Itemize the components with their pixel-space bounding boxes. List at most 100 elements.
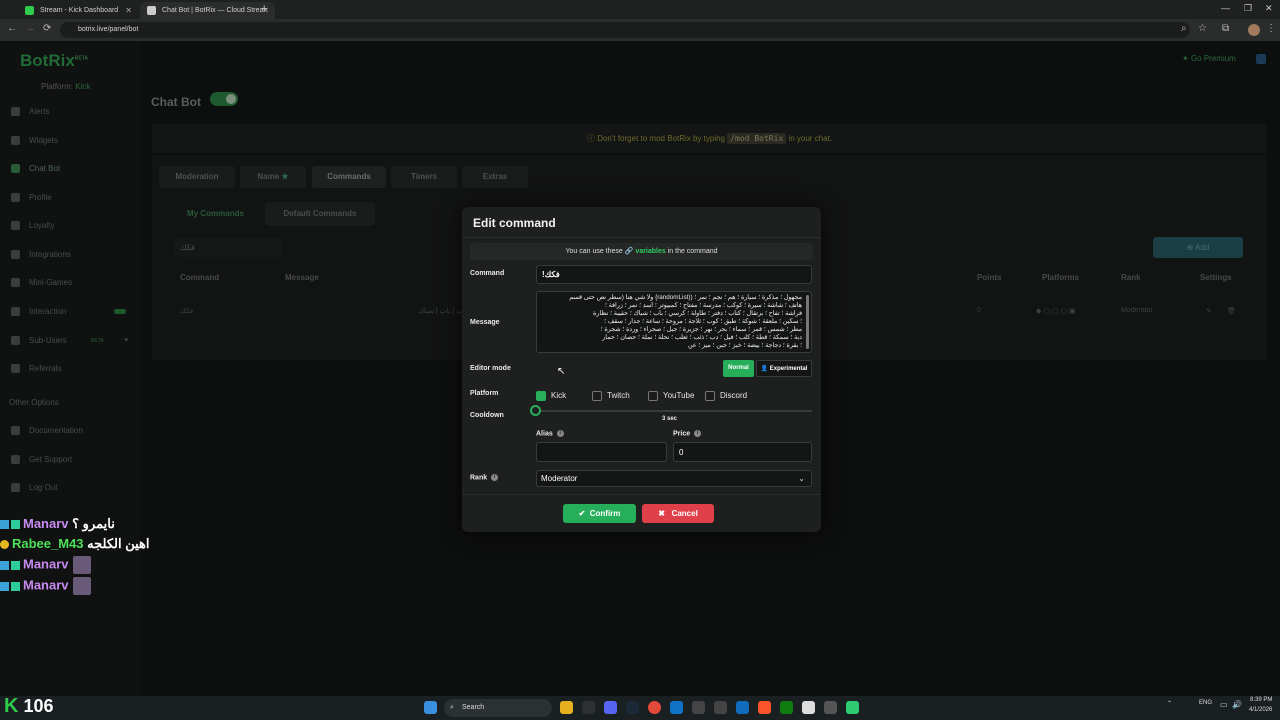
sidebar: BotRixBETA Platform: Kick Alerts Widgets… bbox=[0, 41, 140, 696]
browser-toolbar: ← → ⟳ botrix.live/panel/bot ⌕ ☆ ⧉ ⋮ bbox=[0, 19, 1280, 41]
discord-icon[interactable] bbox=[604, 701, 617, 714]
app-icon[interactable] bbox=[582, 701, 595, 714]
platform-kick-checkbox[interactable]: Kick bbox=[536, 390, 566, 402]
app-icon[interactable] bbox=[802, 701, 815, 714]
profile-avatar[interactable] bbox=[1248, 24, 1260, 36]
command-input[interactable] bbox=[536, 265, 812, 284]
sidebar-item-alerts[interactable]: Alerts bbox=[11, 105, 136, 119]
textarea-scrollbar[interactable] bbox=[806, 295, 809, 349]
reload-icon[interactable]: ⟳ bbox=[43, 23, 51, 34]
language-indicator[interactable]: ENG bbox=[1199, 700, 1212, 706]
col-points[interactable]: Points bbox=[977, 273, 1001, 282]
windows-start-icon[interactable] bbox=[424, 701, 437, 714]
editor-mode-experimental-button[interactable]: 👤 Experimental bbox=[756, 360, 812, 377]
sidebar-item-log-out[interactable]: Log Out bbox=[11, 481, 136, 495]
windows-taskbar: ⌕ Search ⌃ ENG ▭ 🔊 8:39 PM 4/1/2026 bbox=[0, 696, 1280, 720]
network-icon[interactable]: ▭ bbox=[1220, 700, 1228, 709]
gamepad-icon bbox=[11, 278, 20, 288]
sidebar-item-sub-users[interactable]: Sub-Users BETA ▾ bbox=[11, 334, 136, 348]
mod-command-code: /mod BotRix bbox=[727, 133, 787, 144]
tray-chevron-icon[interactable]: ⌃ bbox=[1167, 700, 1172, 707]
edge-icon[interactable] bbox=[670, 701, 683, 714]
app-icon[interactable] bbox=[714, 701, 727, 714]
subtab-default-commands[interactable]: Default Commands bbox=[265, 202, 375, 226]
tab-extras[interactable]: Extras bbox=[462, 166, 528, 188]
sidebar-item-mini-games[interactable]: Mini-Games bbox=[11, 276, 136, 290]
clock-time[interactable]: 8:39 PM bbox=[1250, 697, 1272, 703]
extensions-icon[interactable]: ⧉ bbox=[1222, 23, 1229, 34]
forward-icon[interactable]: → bbox=[25, 23, 35, 34]
price-input[interactable] bbox=[673, 442, 812, 462]
chatbot-enable-toggle[interactable] bbox=[210, 92, 238, 106]
users-icon bbox=[11, 336, 20, 346]
clock-date[interactable]: 4/1/2026 bbox=[1249, 707, 1272, 713]
tab-timers[interactable]: Timers bbox=[391, 166, 457, 188]
platform-discord-checkbox[interactable]: Discord bbox=[705, 390, 747, 402]
confirm-button[interactable]: ✔ Confirm bbox=[563, 504, 636, 523]
app-icon[interactable] bbox=[736, 701, 749, 714]
minimize-icon[interactable]: — bbox=[1221, 3, 1230, 13]
close-tab-icon[interactable]: ✕ bbox=[125, 2, 132, 19]
close-window-icon[interactable]: ✕ bbox=[1265, 3, 1273, 14]
taskbar-search[interactable]: ⌕ Search bbox=[444, 699, 552, 717]
volume-icon[interactable]: 🔊 bbox=[1232, 700, 1242, 709]
command-search-input[interactable]: فكك bbox=[175, 238, 283, 257]
back-icon[interactable]: ← bbox=[7, 23, 17, 34]
rank-select[interactable]: Moderator ⌄ bbox=[536, 470, 812, 487]
col-command[interactable]: Command bbox=[180, 273, 219, 282]
chrome-icon[interactable] bbox=[648, 701, 661, 714]
command-label: Command bbox=[470, 270, 505, 277]
col-rank[interactable]: Rank bbox=[1121, 273, 1141, 282]
rank-label: Rank i bbox=[470, 474, 499, 481]
tab-commands[interactable]: Commands bbox=[312, 166, 386, 188]
xbox-icon[interactable] bbox=[780, 701, 793, 714]
sidebar-item-loyalty[interactable]: Loyalty bbox=[11, 219, 136, 233]
cooldown-slider-track[interactable] bbox=[536, 410, 812, 412]
add-command-button[interactable]: ⊕ Add bbox=[1153, 237, 1243, 258]
person-icon: 👤 bbox=[760, 366, 769, 372]
file-explorer-icon[interactable] bbox=[560, 701, 573, 714]
sidebar-item-documentation[interactable]: Documentation bbox=[11, 424, 136, 438]
address-bar[interactable]: botrix.live/panel/bot bbox=[60, 22, 1190, 38]
app-icon[interactable] bbox=[824, 701, 837, 714]
sidebar-item-referrals[interactable]: Referrals bbox=[11, 362, 136, 376]
zoom-icon[interactable]: ⌕ bbox=[1181, 23, 1187, 34]
steam-icon[interactable] bbox=[626, 701, 639, 714]
variables-link[interactable]: 🔗 variables bbox=[625, 248, 666, 255]
editor-mode-normal-button[interactable]: Normal bbox=[723, 360, 754, 377]
tab-name[interactable]: Name ★ bbox=[240, 166, 306, 188]
app-icon[interactable] bbox=[692, 701, 705, 714]
cancel-button[interactable]: ✖ Cancel bbox=[642, 504, 714, 523]
browser-tab-botrix[interactable]: Chat Bot | BotRix — Cloud Strea ✕ bbox=[140, 2, 275, 19]
platform-youtube-checkbox[interactable]: YouTube bbox=[648, 390, 694, 402]
browser-tab-kick[interactable]: Stream - Kick Dashboard ✕ bbox=[18, 2, 138, 19]
sidebar-item-profile[interactable]: Profile bbox=[11, 191, 136, 205]
tab-title: Stream - Kick Dashboard bbox=[40, 7, 119, 14]
bookmark-star-icon[interactable]: ☆ bbox=[1198, 23, 1207, 34]
account-avatar[interactable] bbox=[1256, 54, 1266, 64]
menu-dots-icon[interactable]: ⋮ bbox=[1266, 23, 1276, 34]
app-icon[interactable] bbox=[846, 701, 859, 714]
info-icon: i bbox=[556, 430, 564, 437]
botrix-favicon-icon bbox=[147, 6, 156, 15]
cooldown-slider-thumb[interactable] bbox=[530, 405, 541, 416]
go-premium-link[interactable]: ✦ Go Premium bbox=[1182, 54, 1236, 63]
sidebar-item-get-support[interactable]: Get Support bbox=[11, 453, 136, 467]
sidebar-item-interaction[interactable]: Interaction bbox=[11, 305, 136, 319]
sidebar-item-chat-bot[interactable]: Chat Bot bbox=[11, 162, 136, 176]
message-textarea[interactable]: مجهول ؛ مذكرة ؛ سيارة ؛ هم ؛ نجم ؛ نمر ؛… bbox=[536, 291, 812, 353]
alias-label: Alias i bbox=[536, 430, 564, 437]
subtab-my-commands[interactable]: My Commands bbox=[175, 202, 256, 226]
new-tab-button[interactable]: + bbox=[261, 3, 267, 15]
col-platforms[interactable]: Platforms bbox=[1042, 273, 1079, 282]
edit-icon[interactable]: ✎ bbox=[1206, 307, 1212, 315]
tab-moderation[interactable]: Moderation bbox=[159, 166, 235, 188]
delete-icon[interactable]: 🗑 bbox=[1227, 307, 1236, 315]
alias-input[interactable] bbox=[536, 442, 667, 462]
sidebar-item-widgets[interactable]: Widgets bbox=[11, 134, 136, 148]
sidebar-item-integrations[interactable]: Integrations bbox=[11, 248, 136, 262]
brave-icon[interactable] bbox=[758, 701, 771, 714]
platform-twitch-checkbox[interactable]: Twitch bbox=[592, 390, 630, 402]
maximize-icon[interactable]: ❐ bbox=[1244, 3, 1252, 14]
chat-message: Manarv bbox=[0, 577, 91, 595]
